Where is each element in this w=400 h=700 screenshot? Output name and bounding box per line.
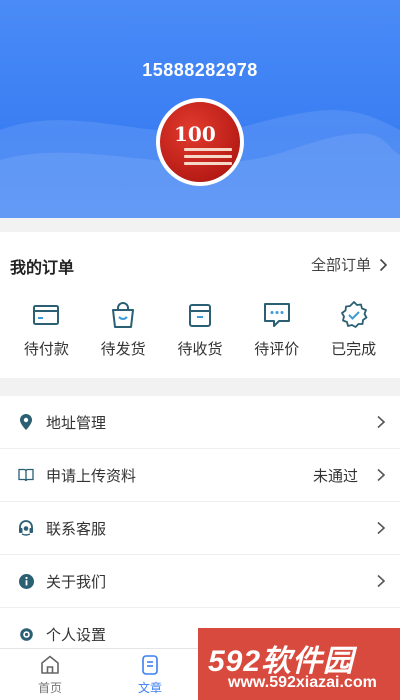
tab-article[interactable]: 文章 (100, 649, 200, 700)
order-completed[interactable]: 已完成 (319, 300, 389, 359)
avatar-text: 100 (174, 122, 216, 146)
book-icon (18, 467, 34, 483)
order-pending-review[interactable]: 待评价 (242, 300, 312, 359)
user-phone-number: 15888282978 (142, 60, 258, 80)
upload-status-text: 未通过 (312, 467, 358, 485)
chevron-right-icon (377, 574, 386, 588)
tab-home[interactable]: 首页 (0, 649, 100, 700)
all-orders-label: 全部订单 (310, 257, 371, 274)
avatar[interactable]: 100 (156, 98, 244, 186)
order-pending-receipt[interactable]: 待收货 (165, 300, 235, 359)
chevron-right-icon (379, 258, 388, 271)
menu-about-us[interactable]: 关于我们 (0, 555, 400, 608)
order-label: 待评价 (254, 341, 300, 358)
menu-label: 地址管理 (46, 414, 107, 432)
chevron-right-icon (377, 468, 386, 482)
settings-menu: 地址管理 申请上传资料 未通过 联系客服 关于我们 个人设置 (0, 396, 400, 661)
order-pending-payment[interactable]: 待付款 (11, 300, 81, 359)
watermark-url: www.592xiazai.com (228, 674, 377, 691)
menu-address-management[interactable]: 地址管理 (0, 396, 400, 449)
article-icon (142, 654, 158, 675)
menu-contact-support[interactable]: 联系客服 (0, 502, 400, 555)
order-pending-shipment[interactable]: 待发货 (88, 300, 158, 359)
all-orders-link[interactable]: 全部订单 (311, 254, 388, 275)
orders-section: 我的订单 全部订单 待付款 待发货 待收货 待评价 已完成 (0, 232, 400, 378)
menu-upload-materials[interactable]: 申请上传资料 未通过 (0, 449, 400, 502)
tab-label: 首页 (37, 680, 62, 695)
order-label: 已完成 (331, 341, 377, 358)
order-label: 待付款 (23, 341, 69, 358)
info-icon (18, 573, 34, 589)
watermark-overlay: 592软件园 www.592xiazai.com (198, 628, 400, 700)
card-icon (33, 305, 60, 325)
headset-icon (18, 520, 34, 536)
menu-label: 申请上传资料 (46, 467, 137, 485)
menu-label: 联系客服 (46, 520, 107, 538)
profile-header: 15888282978 100 (0, 0, 400, 218)
location-pin-icon (18, 414, 34, 430)
avatar-lines (184, 148, 232, 169)
orders-title: 我的订单 (10, 260, 75, 277)
menu-label: 关于我们 (46, 573, 107, 591)
home-icon (41, 655, 59, 674)
shopping-bag-icon (112, 302, 135, 328)
order-label: 待收货 (177, 341, 223, 358)
box-icon (188, 304, 211, 327)
chevron-right-icon (377, 415, 386, 429)
order-label: 待发货 (100, 341, 146, 358)
check-badge-icon (340, 301, 367, 328)
tab-label: 文章 (137, 680, 162, 695)
gear-icon (18, 626, 34, 642)
comment-icon (263, 303, 290, 327)
chevron-right-icon (377, 521, 386, 535)
